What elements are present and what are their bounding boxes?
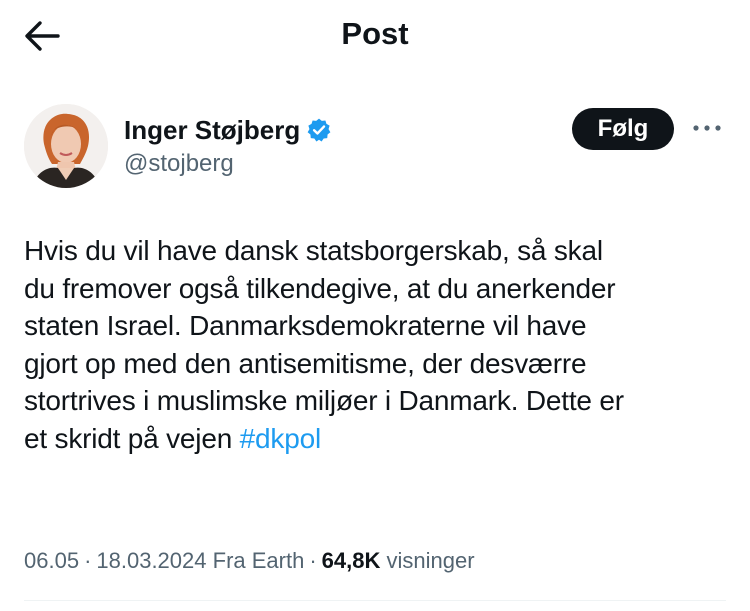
tweet-line: gjort op med den antisemitisme, der desv… <box>24 347 587 379</box>
tweet-line: du fremover også tilkendegive, at du ane… <box>24 272 616 304</box>
author-name: Inger Støjberg <box>124 115 301 145</box>
tweet-meta: 06.05 · 18.03.2024 Fra Earth · 64,8K visning… <box>24 546 475 576</box>
author-handle[interactable]: @stojberg <box>124 148 234 180</box>
post-time[interactable]: 06.05 <box>24 548 79 573</box>
verified-badge-icon <box>307 118 331 142</box>
tweet-line: stortrives i muslimske miljøer i Danmark… <box>24 385 624 416</box>
meta-separator: · <box>309 548 317 573</box>
views-label: visninger <box>386 548 475 573</box>
tweet-line: Hvis du vil have dansk statsborgerskab, … <box>24 235 603 266</box>
tweet-line-prefix: et skridt på vejen <box>24 422 233 454</box>
post-date[interactable]: 18.03.2024 <box>96 548 206 573</box>
author-name-row[interactable]: Inger Støjberg <box>124 114 332 146</box>
post-source: Fra Earth <box>212 548 305 573</box>
hashtag-link[interactable]: #dkpol <box>240 423 322 454</box>
divider <box>24 600 726 601</box>
avatar[interactable] <box>24 104 108 188</box>
tweet-line-last: et skridt på vejen #dkpol <box>24 420 734 458</box>
follow-button[interactable]: Følg <box>572 108 674 150</box>
page-title: Post <box>341 16 409 51</box>
tweet-text: Hvis du vil have dansk statsborgerskab, … <box>24 232 734 457</box>
tweet-line: staten Israel. Danmarksdemokraterne vil … <box>24 310 587 341</box>
author-row: Inger Støjberg @stojberg Følg <box>0 96 750 196</box>
more-options-button[interactable] <box>690 116 724 140</box>
avatar-photo <box>24 104 108 188</box>
more-dots-icon <box>693 125 721 131</box>
meta-separator: · <box>84 548 92 573</box>
views-count[interactable]: 64,8K <box>322 548 381 573</box>
top-bar: Post <box>0 0 750 70</box>
